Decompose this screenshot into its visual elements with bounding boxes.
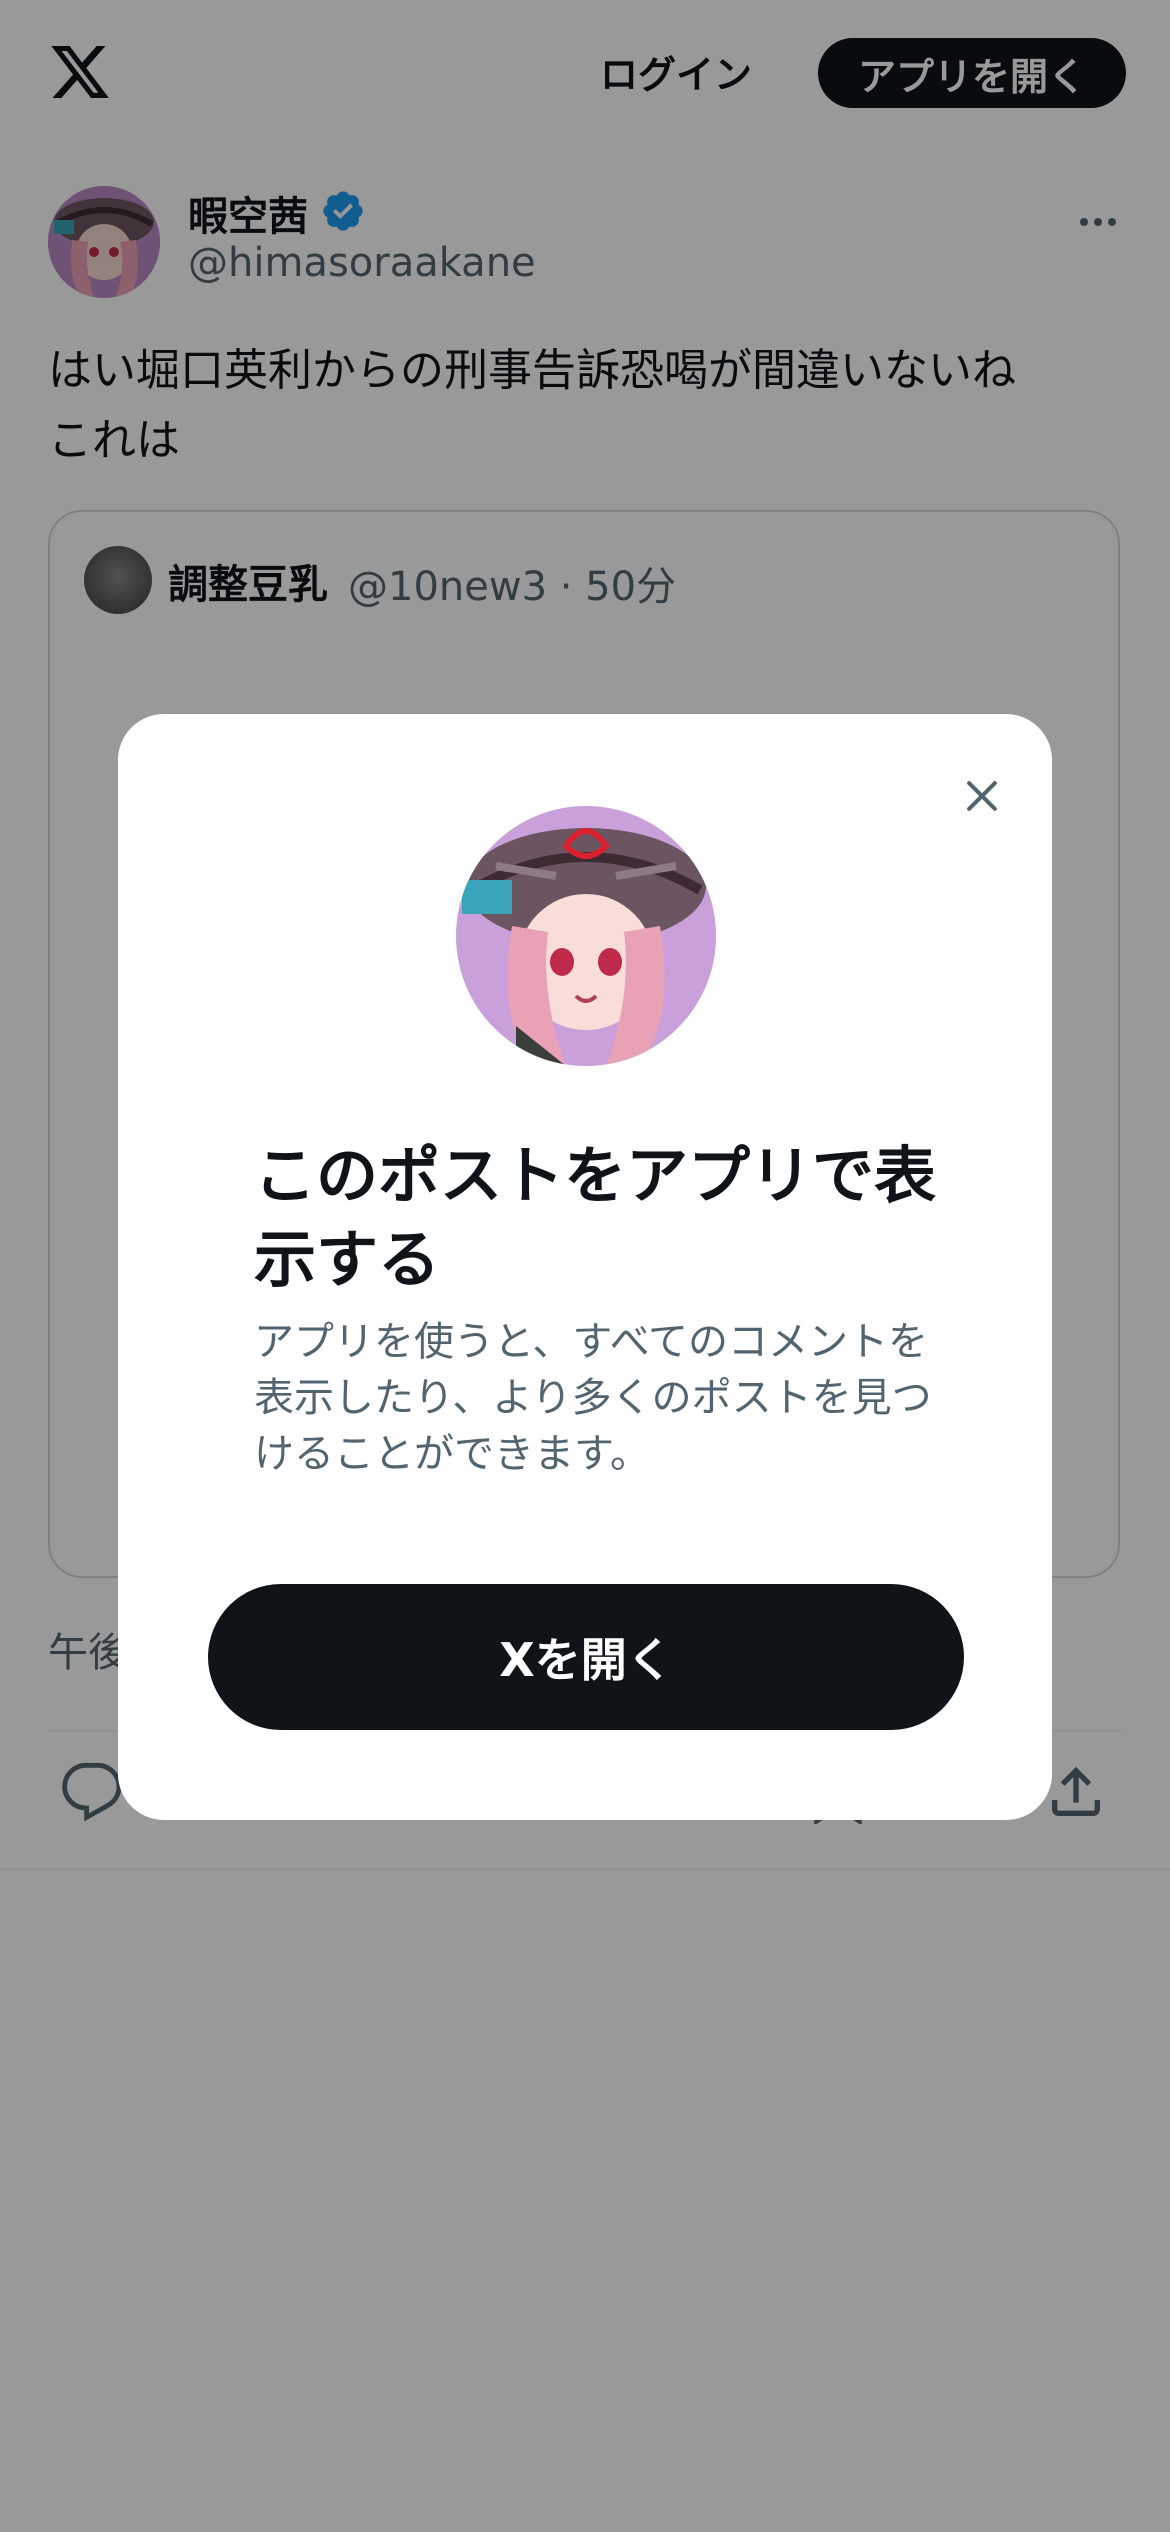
x-post-page: ログイン アプリを開く 暇空茜 @himasoraakane はい堀口英利からの… [0, 0, 1170, 2532]
close-button[interactable] [950, 764, 1014, 828]
open-in-app-modal: このポストをアプリで表示する アプリを使うと、すべてのコメントを表示したり、より… [118, 714, 1052, 1820]
modal-description: アプリを使うと、すべてのコメントを表示したり、より多くのポストを見つけることがで… [254, 1319, 932, 1477]
open-x-button[interactable]: Xを開く [208, 1584, 964, 1730]
close-icon [967, 781, 997, 811]
modal-avatar [456, 806, 716, 1066]
modal-title: このポストをアプリで表示する [254, 1139, 937, 1296]
